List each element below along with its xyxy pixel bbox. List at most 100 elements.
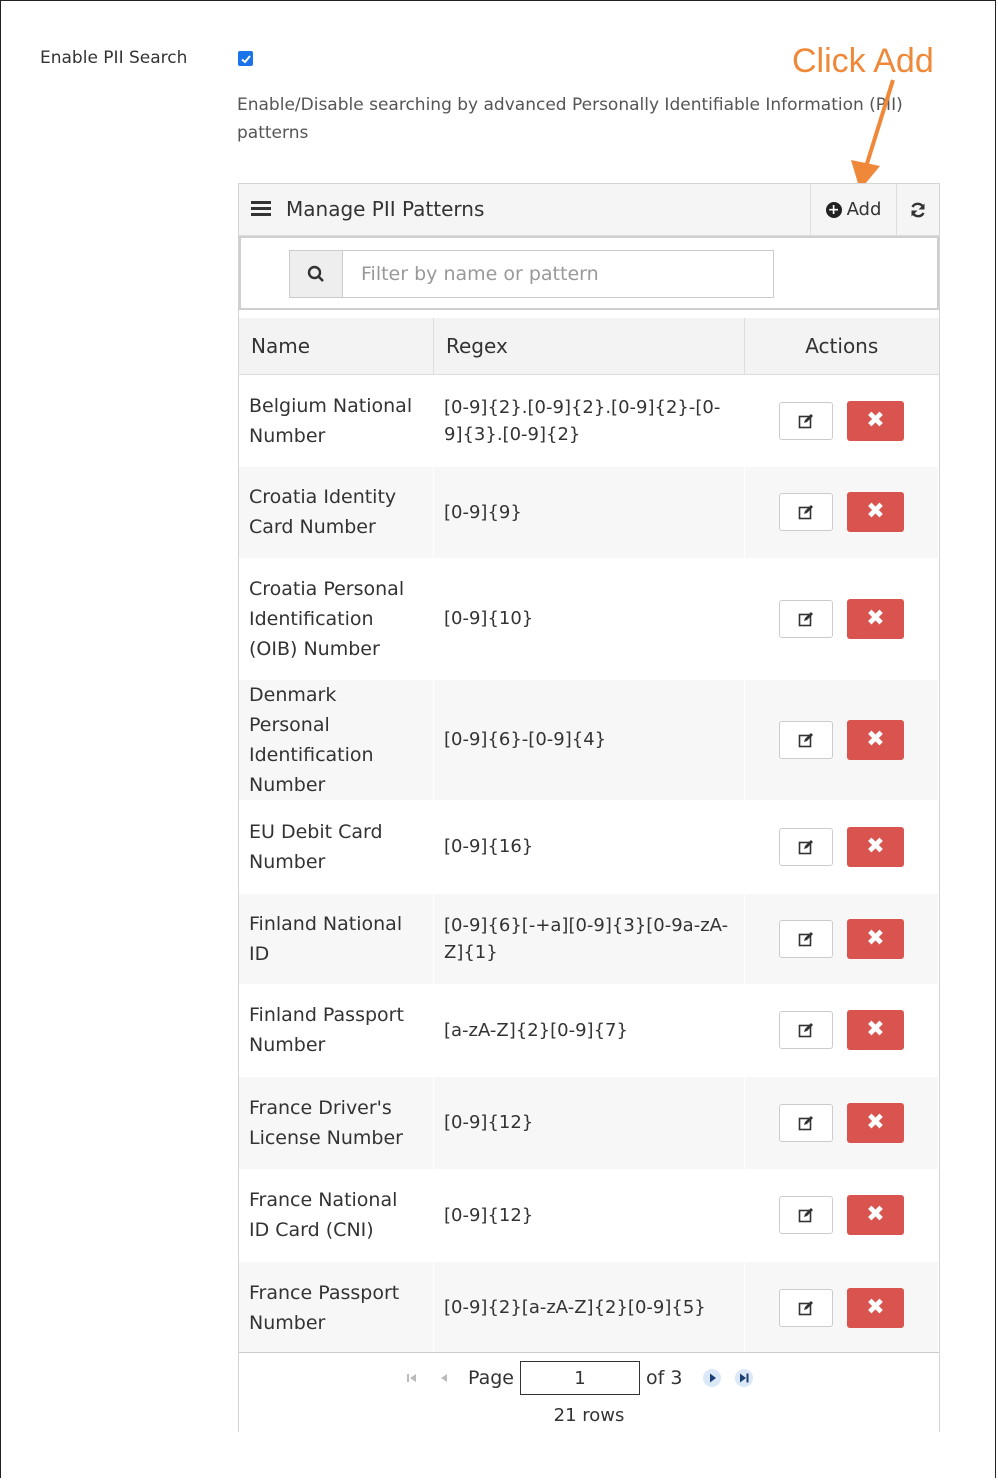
- close-icon: ✖: [866, 726, 885, 752]
- row-actions: ✖: [744, 1076, 939, 1169]
- delete-button[interactable]: ✖: [847, 1195, 904, 1235]
- delete-button[interactable]: ✖: [847, 492, 904, 532]
- row-regex: [0-9]{9}: [433, 466, 745, 558]
- row-regex: [0-9]{10}: [433, 557, 745, 680]
- edit-icon: [798, 1023, 813, 1038]
- first-page-icon[interactable]: [402, 1368, 422, 1388]
- table-row: Finland Passport Number [a-zA-Z]{2}[0-9]…: [239, 983, 939, 1077]
- page-label: Page: [468, 1367, 514, 1389]
- edit-button[interactable]: [779, 827, 833, 866]
- edit-button[interactable]: [779, 493, 833, 531]
- edit-button[interactable]: [779, 1103, 833, 1142]
- edit-icon: [798, 931, 813, 946]
- edit-button[interactable]: [779, 919, 833, 958]
- row-actions: ✖: [744, 374, 939, 467]
- refresh-button[interactable]: [896, 184, 939, 235]
- edit-button[interactable]: [779, 1011, 833, 1049]
- pii-help-text: Enable/Disable searching by advanced Per…: [237, 95, 903, 143]
- search-button[interactable]: [289, 250, 343, 298]
- table-row: Belgium National Number [0-9]{2}.[0-9]{2…: [239, 374, 939, 467]
- row-actions: ✖: [744, 1168, 939, 1262]
- delete-button[interactable]: ✖: [847, 598, 904, 639]
- close-icon: ✖: [866, 1109, 885, 1135]
- close-icon: ✖: [866, 925, 885, 951]
- close-icon: ✖: [866, 1202, 885, 1227]
- pagination: Page of 3 21 rows: [239, 1352, 939, 1432]
- page-number-input[interactable]: [520, 1361, 640, 1395]
- header-regex[interactable]: Regex: [433, 318, 745, 375]
- last-page-icon[interactable]: [734, 1368, 754, 1388]
- edit-button[interactable]: [779, 1196, 833, 1234]
- header-actions: Actions: [744, 318, 939, 375]
- row-regex: [0-9]{2}.[0-9]{2}.[0-9]{2}-[0-9]{3}.[0-9…: [433, 374, 745, 467]
- manage-pii-panel: Manage PII Patterns + Add Name: [238, 183, 940, 1432]
- close-icon: ✖: [866, 605, 885, 631]
- row-name: Croatia Identity Card Number: [239, 466, 434, 558]
- edit-icon: [798, 839, 813, 854]
- header-name[interactable]: Name: [239, 318, 434, 375]
- table-row: Croatia Identity Card Number [0-9]{9} ✖: [239, 466, 939, 558]
- prev-page-icon[interactable]: [434, 1368, 454, 1388]
- edit-button[interactable]: [779, 720, 833, 759]
- edit-button[interactable]: [779, 1288, 833, 1327]
- pii-patterns-table: Name Regex Actions Belgium National Numb…: [239, 318, 939, 1354]
- delete-button[interactable]: ✖: [847, 1102, 904, 1143]
- pager-controls: Page of 3: [396, 1361, 760, 1395]
- row-regex: [0-9]{2}[a-zA-Z]{2}[0-9]{5}: [433, 1261, 745, 1354]
- add-button[interactable]: + Add: [810, 184, 896, 235]
- row-name: Denmark Personal Identification Number: [239, 679, 434, 800]
- table-row: France Driver's License Number [0-9]{12}…: [239, 1076, 939, 1169]
- row-name: France Driver's License Number: [239, 1076, 434, 1169]
- add-button-label: Add: [846, 199, 882, 220]
- row-name: Croatia Personal Identification (OIB) Nu…: [239, 557, 434, 680]
- edit-icon: [798, 1208, 813, 1223]
- delete-button[interactable]: ✖: [847, 826, 904, 867]
- row-actions: ✖: [744, 799, 939, 894]
- next-page-icon[interactable]: [702, 1368, 722, 1388]
- row-actions: ✖: [744, 983, 939, 1077]
- table-row: France National ID Card (CNI) [0-9]{12} …: [239, 1168, 939, 1262]
- edit-icon: [798, 1115, 813, 1130]
- row-regex: [0-9]{16}: [433, 799, 745, 894]
- row-name: EU Debit Card Number: [239, 799, 434, 894]
- edit-icon: [798, 732, 813, 747]
- row-name: Finland National ID: [239, 893, 434, 984]
- table-row: France Passport Number [0-9]{2}[a-zA-Z]{…: [239, 1261, 939, 1354]
- edit-icon: [798, 413, 813, 429]
- row-regex: [a-zA-Z]{2}[0-9]{7}: [433, 983, 745, 1077]
- close-icon: ✖: [866, 499, 885, 524]
- plus-circle-icon: +: [825, 201, 842, 218]
- enable-pii-checkbox[interactable]: [238, 51, 253, 66]
- search-icon: [307, 265, 324, 282]
- delete-button[interactable]: ✖: [847, 719, 904, 760]
- panel-title: Manage PII Patterns: [286, 197, 485, 221]
- row-name: Finland Passport Number: [239, 983, 434, 1077]
- row-actions: ✖: [744, 466, 939, 558]
- delete-button[interactable]: ✖: [847, 918, 904, 959]
- menu-icon[interactable]: [251, 201, 271, 217]
- row-regex: [0-9]{6}[-+a][0-9]{3}[0-9a-zA-Z]{1}: [433, 893, 745, 984]
- table-row: Finland National ID [0-9]{6}[-+a][0-9]{3…: [239, 893, 939, 984]
- rows-count: 21 rows: [553, 1405, 625, 1426]
- edit-icon: [798, 1300, 813, 1315]
- table-row: Denmark Personal Identification Number […: [239, 679, 939, 800]
- row-actions: ✖: [744, 679, 939, 800]
- row-regex: [0-9]{12}: [433, 1076, 745, 1169]
- delete-button[interactable]: ✖: [847, 1287, 904, 1328]
- table-row: EU Debit Card Number [0-9]{16} ✖: [239, 799, 939, 894]
- edit-button[interactable]: [779, 599, 833, 638]
- edit-button[interactable]: [779, 401, 833, 440]
- row-regex: [0-9]{6}-[0-9]{4}: [433, 679, 745, 800]
- close-icon: ✖: [866, 1017, 885, 1042]
- edit-icon: [798, 505, 813, 520]
- close-icon: ✖: [866, 833, 885, 859]
- delete-button[interactable]: ✖: [847, 1010, 904, 1050]
- row-actions: ✖: [744, 893, 939, 984]
- click-add-annotation: Click Add: [792, 42, 934, 80]
- row-regex: [0-9]{12}: [433, 1168, 745, 1262]
- row-actions: ✖: [744, 1261, 939, 1354]
- filter-input[interactable]: [342, 250, 774, 298]
- refresh-icon: [911, 202, 925, 217]
- delete-button[interactable]: ✖: [847, 400, 904, 441]
- filter-area: [239, 236, 939, 310]
